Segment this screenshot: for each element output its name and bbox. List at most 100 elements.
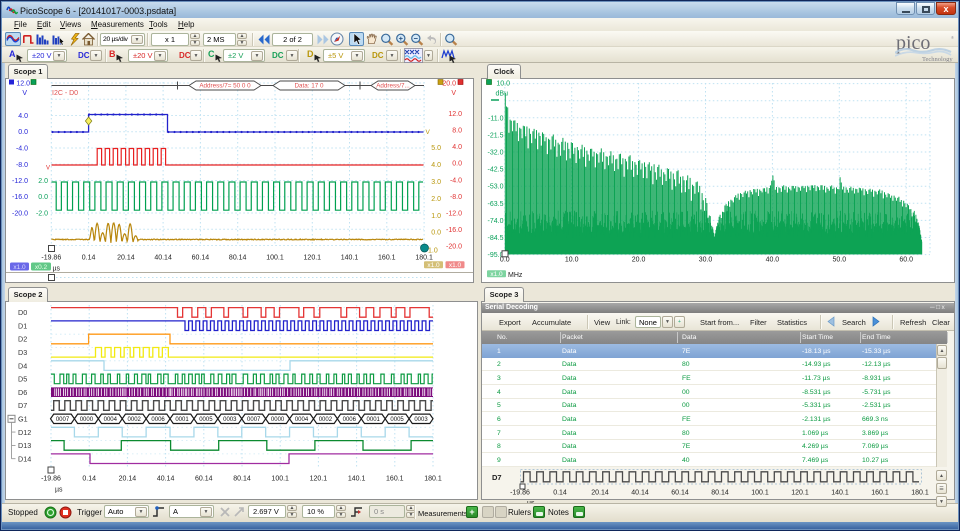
svg-text:x1.0: x1.0 xyxy=(449,262,462,269)
svg-text:140.1: 140.1 xyxy=(348,476,366,483)
svg-text:-4.0: -4.0 xyxy=(450,177,462,184)
svg-text:80.14: 80.14 xyxy=(711,490,729,497)
svg-text:60.14: 60.14 xyxy=(192,255,210,262)
svg-text:µs: µs xyxy=(52,266,60,273)
svg-text:D3: D3 xyxy=(18,348,27,357)
svg-text:-32.0: -32.0 xyxy=(488,150,504,157)
svg-text:0001: 0001 xyxy=(175,417,189,423)
svg-text:60.14: 60.14 xyxy=(195,476,213,483)
svg-text:-8.0: -8.0 xyxy=(16,162,28,169)
svg-text:100.1: 100.1 xyxy=(271,476,289,483)
svg-text:0.0: 0.0 xyxy=(38,194,48,201)
svg-text:2.0: 2.0 xyxy=(431,196,441,203)
svg-text:10.0: 10.0 xyxy=(496,81,510,88)
svg-text:0006: 0006 xyxy=(151,417,165,423)
svg-text:-12.0: -12.0 xyxy=(12,178,28,185)
svg-text:3.0: 3.0 xyxy=(431,179,441,186)
svg-text:V: V xyxy=(46,166,50,172)
svg-text:-20.0: -20.0 xyxy=(12,211,28,218)
svg-text:2.0: 2.0 xyxy=(38,178,48,185)
svg-text:0.14: 0.14 xyxy=(82,476,96,483)
svg-text:V: V xyxy=(451,90,456,97)
svg-text:D0: D0 xyxy=(18,308,27,317)
svg-text:180.1: 180.1 xyxy=(424,476,442,483)
svg-text:D6: D6 xyxy=(18,388,27,397)
svg-text:Address/7...: Address/7... xyxy=(376,83,410,90)
svg-text:Technology: Technology xyxy=(922,56,953,62)
svg-text:12.0: 12.0 xyxy=(448,111,462,118)
svg-text:40.14: 40.14 xyxy=(157,476,175,483)
svg-text:-16.0: -16.0 xyxy=(446,227,462,234)
svg-text:Address/7= 50 0 0: Address/7= 50 0 0 xyxy=(199,83,251,90)
svg-text:0004: 0004 xyxy=(104,417,118,423)
svg-text:0007: 0007 xyxy=(56,417,70,423)
svg-text:50.0: 50.0 xyxy=(832,257,846,264)
svg-text:140.1: 140.1 xyxy=(341,255,359,262)
svg-text:20.0: 20.0 xyxy=(632,257,646,264)
svg-text:1.0: 1.0 xyxy=(431,213,441,220)
svg-text:G1: G1 xyxy=(18,415,28,424)
svg-text:0003: 0003 xyxy=(414,417,428,423)
svg-text:12.0: 12.0 xyxy=(16,81,30,88)
svg-text:µs: µs xyxy=(55,487,63,494)
svg-text:0006: 0006 xyxy=(343,417,357,423)
svg-text:-19.86: -19.86 xyxy=(41,476,61,483)
svg-text:V: V xyxy=(426,129,431,136)
svg-text:-74.0: -74.0 xyxy=(488,218,504,225)
svg-text:dBu: dBu xyxy=(496,91,509,98)
svg-text:D12: D12 xyxy=(18,428,31,437)
svg-text:-8.0: -8.0 xyxy=(450,194,462,201)
svg-text:8.0: 8.0 xyxy=(452,128,462,135)
svg-text:D1: D1 xyxy=(18,321,27,330)
svg-text:-19.86: -19.86 xyxy=(510,490,530,497)
svg-text:0.0: 0.0 xyxy=(431,230,441,237)
svg-text:-21.5: -21.5 xyxy=(488,132,504,139)
svg-text:D14: D14 xyxy=(18,454,31,463)
svg-text:40.0: 40.0 xyxy=(766,257,780,264)
svg-text:V: V xyxy=(22,90,27,97)
svg-text:-84.5: -84.5 xyxy=(488,235,504,242)
svg-text:0007: 0007 xyxy=(247,417,261,423)
svg-text:0005: 0005 xyxy=(390,417,404,423)
svg-text:0.0: 0.0 xyxy=(18,129,28,136)
svg-text:0003: 0003 xyxy=(223,417,237,423)
svg-text:D7: D7 xyxy=(18,401,27,410)
svg-text:0.14: 0.14 xyxy=(82,255,96,262)
svg-text:x0.2: x0.2 xyxy=(35,264,48,271)
svg-text:x1.0: x1.0 xyxy=(13,264,26,271)
svg-text:40.14: 40.14 xyxy=(154,255,172,262)
svg-text:0000: 0000 xyxy=(80,417,94,423)
svg-text:-20.0: -20.0 xyxy=(446,244,462,251)
svg-text:-12.0: -12.0 xyxy=(446,211,462,218)
svg-text:-16.0: -16.0 xyxy=(12,194,28,201)
svg-text:-2.0: -2.0 xyxy=(36,211,48,218)
svg-text:80.14: 80.14 xyxy=(233,476,251,483)
svg-text:0002: 0002 xyxy=(128,417,142,423)
svg-text:120.1: 120.1 xyxy=(304,255,322,262)
svg-text:0.0: 0.0 xyxy=(452,161,462,168)
svg-text:D7: D7 xyxy=(492,473,502,482)
svg-text:20.14: 20.14 xyxy=(591,490,609,497)
svg-text:180.1: 180.1 xyxy=(415,255,433,262)
svg-text:-63.5: -63.5 xyxy=(488,201,504,208)
svg-text:I2C - D0: I2C - D0 xyxy=(52,90,78,97)
svg-text:100.1: 100.1 xyxy=(751,490,769,497)
svg-text:0004: 0004 xyxy=(295,417,309,423)
svg-text:0.14: 0.14 xyxy=(553,490,567,497)
svg-text:D13: D13 xyxy=(18,441,31,450)
svg-text:100.1: 100.1 xyxy=(266,255,284,262)
svg-text:-11.0: -11.0 xyxy=(488,115,504,122)
svg-text:-4.0: -4.0 xyxy=(16,146,28,153)
svg-text:80.14: 80.14 xyxy=(229,255,247,262)
svg-text:−: − xyxy=(414,34,419,43)
svg-text:D4: D4 xyxy=(18,361,27,370)
svg-text:1.0: 1.0 xyxy=(428,248,438,255)
svg-text:60.0: 60.0 xyxy=(899,257,913,264)
svg-text:4.0: 4.0 xyxy=(452,144,462,151)
svg-text:0005: 0005 xyxy=(199,417,213,423)
svg-text:Data: 17 0: Data: 17 0 xyxy=(294,83,324,90)
svg-text:160.1: 160.1 xyxy=(871,490,889,497)
svg-text:+: + xyxy=(399,34,404,43)
svg-text:4.0: 4.0 xyxy=(431,162,441,169)
svg-text:30.0: 30.0 xyxy=(699,257,713,264)
